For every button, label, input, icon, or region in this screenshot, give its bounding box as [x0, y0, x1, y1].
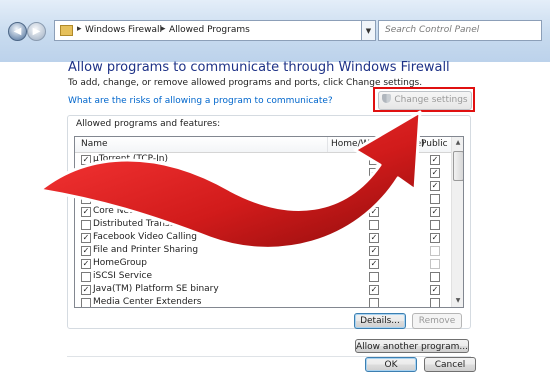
home-work-checkbox[interactable]: ✓ — [369, 155, 379, 165]
vertical-scrollbar[interactable]: ▲ ▼ — [451, 137, 463, 307]
forward-button[interactable]: ▶ — [27, 22, 46, 41]
program-name: Java(TM) Platform SE binary — [93, 284, 219, 294]
home-work-checkbox[interactable] — [369, 298, 379, 307]
row-enabled-checkbox[interactable]: ✓ — [81, 246, 91, 256]
program-name: Core Networking — [93, 206, 169, 216]
row-enabled-checkbox[interactable]: ✓ — [81, 259, 91, 269]
highlight-box — [373, 87, 475, 112]
risks-help-link[interactable]: What are the risks of allowing a program… — [68, 96, 333, 106]
row-enabled-checkbox[interactable] — [81, 194, 91, 204]
public-checkbox[interactable]: ✓ — [430, 155, 440, 165]
home-work-checkbox[interactable] — [369, 220, 379, 230]
program-name: HomeGroup — [93, 258, 147, 268]
program-name: µTorrent (TCP-In) — [93, 154, 168, 164]
program-name: File and Printer Sharing — [93, 245, 199, 255]
public-checkbox[interactable]: ✓ — [430, 233, 440, 243]
public-checkbox[interactable] — [430, 194, 440, 204]
table-row[interactable]: iSCSI Service — [75, 270, 451, 283]
group-label: Allowed programs and features: — [76, 119, 221, 129]
list-header: Name Home/Work (Private) Public — [75, 137, 451, 153]
home-work-checkbox[interactable] — [369, 194, 379, 204]
row-enabled-checkbox[interactable] — [81, 272, 91, 282]
column-divider[interactable] — [327, 137, 328, 152]
row-enabled-checkbox[interactable] — [81, 220, 91, 230]
row-enabled-checkbox[interactable]: ✓ — [81, 181, 91, 191]
program-name: Media Center Extenders — [93, 297, 202, 307]
program-name: µTorrent (UDP-In) — [93, 167, 171, 177]
public-checkbox[interactable] — [430, 259, 440, 269]
home-work-checkbox[interactable]: ✓ — [369, 181, 379, 191]
row-enabled-checkbox[interactable]: ✓ — [81, 233, 91, 243]
breadcrumb-separator-icon[interactable]: ▸ — [77, 24, 82, 34]
address-field[interactable]: ▸ Windows Firewall ▸ Allowed Programs — [54, 20, 362, 41]
address-bar-region: ◀ ▶ ▸ Windows Firewall ▸ Allowed Program… — [0, 0, 550, 62]
ok-button[interactable]: OK — [365, 357, 417, 372]
page-description: To add, change, or remove allowed progra… — [68, 78, 423, 88]
program-name: Ares p2p for windows — [93, 180, 190, 190]
column-divider[interactable] — [413, 137, 414, 152]
public-checkbox[interactable] — [430, 220, 440, 230]
scroll-up-arrow-icon[interactable]: ▲ — [452, 137, 463, 149]
breadcrumb-allowed-programs[interactable]: Allowed Programs — [169, 25, 250, 35]
column-header-public[interactable]: Public — [421, 139, 448, 149]
home-work-checkbox[interactable]: ✓ — [369, 259, 379, 269]
program-name: iSCSI Service — [93, 271, 152, 281]
row-enabled-checkbox[interactable]: ✓ — [81, 207, 91, 217]
public-checkbox[interactable] — [430, 298, 440, 307]
program-name: Facebook Video Calling — [93, 232, 197, 242]
row-enabled-checkbox[interactable] — [81, 298, 91, 307]
table-row[interactable]: ✓ HomeGroup ✓ — [75, 257, 451, 270]
public-checkbox[interactable]: ✓ — [430, 181, 440, 191]
home-work-checkbox[interactable]: ✓ — [369, 168, 379, 178]
table-row[interactable]: ✓ Core Networking ✓ ✓ — [75, 205, 451, 218]
home-work-checkbox[interactable]: ✓ — [369, 233, 379, 243]
column-header-home-work[interactable]: Home/Work (Private) — [331, 139, 425, 149]
address-dropdown-button[interactable]: ▼ — [362, 20, 376, 41]
public-checkbox[interactable]: ✓ — [430, 207, 440, 217]
home-work-checkbox[interactable]: ✓ — [369, 207, 379, 217]
allow-another-program-button[interactable]: Allow another program... — [355, 339, 469, 353]
control-panel-icon — [60, 25, 73, 36]
home-work-checkbox[interactable]: ✓ — [369, 246, 379, 256]
page-title: Allow programs to communicate through Wi… — [68, 60, 450, 75]
table-row[interactable]: ✓ µTorrent (TCP-In) ✓ ✓ — [75, 153, 451, 166]
table-row[interactable]: ✓ Java(TM) Platform SE binary ✓ ✓ — [75, 283, 451, 296]
program-name: Distributed Transaction Coordinator — [93, 219, 254, 229]
breadcrumb-windows-firewall[interactable]: Windows Firewall — [85, 25, 162, 35]
remove-button[interactable]: Remove — [412, 313, 462, 329]
details-button[interactable]: Details... — [354, 313, 406, 329]
program-name: Connect to a Network Projector — [93, 193, 234, 203]
home-work-checkbox[interactable] — [369, 272, 379, 282]
table-row[interactable]: ✓ Ares p2p for windows ✓ ✓ — [75, 179, 451, 192]
public-checkbox[interactable]: ✓ — [430, 168, 440, 178]
back-button[interactable]: ◀ — [8, 22, 27, 41]
public-checkbox[interactable]: ✓ — [430, 285, 440, 295]
public-checkbox[interactable] — [430, 246, 440, 256]
table-row[interactable]: Media Center Extenders — [75, 296, 451, 307]
table-row[interactable]: ✓ Facebook Video Calling ✓ ✓ — [75, 231, 451, 244]
public-checkbox[interactable] — [430, 272, 440, 282]
cancel-button[interactable]: Cancel — [424, 357, 476, 372]
search-placeholder: Search Control Panel — [385, 25, 480, 35]
breadcrumb-separator-icon[interactable]: ▸ — [161, 24, 166, 34]
table-row[interactable]: Distributed Transaction Coordinator — [75, 218, 451, 231]
row-enabled-checkbox[interactable]: ✓ — [81, 285, 91, 295]
scroll-down-arrow-icon[interactable]: ▼ — [452, 295, 463, 307]
table-row[interactable]: ✓ File and Printer Sharing ✓ — [75, 244, 451, 257]
home-work-checkbox[interactable]: ✓ — [369, 285, 379, 295]
table-row[interactable]: ✓ µTorrent (UDP-In) ✓ ✓ — [75, 166, 451, 179]
table-row[interactable]: Connect to a Network Projector — [75, 192, 451, 205]
column-header-name[interactable]: Name — [81, 139, 108, 149]
search-input[interactable]: Search Control Panel — [378, 20, 542, 41]
row-enabled-checkbox[interactable]: ✓ — [81, 155, 91, 165]
row-enabled-checkbox[interactable]: ✓ — [81, 168, 91, 178]
scroll-thumb[interactable] — [453, 151, 463, 181]
allowed-programs-list[interactable]: Name Home/Work (Private) Public ✓ µTorren… — [74, 136, 464, 308]
